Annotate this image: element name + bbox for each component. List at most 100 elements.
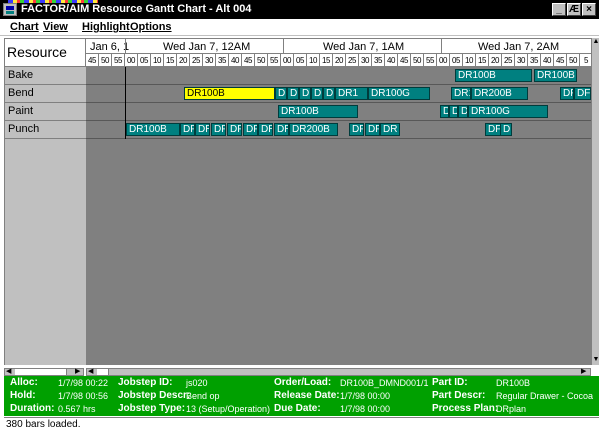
scroll-left-arrow-icon[interactable]: ◀ bbox=[6, 368, 11, 376]
gantt-bar[interactable]: DF bbox=[311, 87, 323, 100]
vertical-scrollbar[interactable]: ▲ ▼ bbox=[591, 38, 599, 365]
gantt-bar[interactable]: DF bbox=[227, 123, 242, 136]
scroll-left-arrow-icon[interactable]: ◀ bbox=[88, 368, 93, 376]
gantt-bar[interactable]: DI bbox=[449, 105, 458, 118]
tick-label: 10 bbox=[307, 54, 320, 66]
minimize-button[interactable]: _ bbox=[552, 3, 566, 16]
order-label: Order/Load: bbox=[274, 377, 332, 388]
menu-chart[interactable]: Chart bbox=[10, 21, 39, 33]
tick-label: 40 bbox=[385, 54, 398, 66]
app-icon[interactable] bbox=[3, 3, 17, 16]
menu-view[interactable]: View bbox=[43, 21, 68, 33]
scroll-down-arrow-icon[interactable]: ▼ bbox=[592, 356, 599, 364]
title-bar: FACTOR/AIM Resource Gantt Chart - Alt 00… bbox=[0, 0, 599, 19]
scroll-right-arrow-icon[interactable]: ▶ bbox=[75, 368, 80, 376]
tick-label: 25 bbox=[190, 54, 203, 66]
release-date-label: Release Date: bbox=[274, 390, 340, 401]
gantt-bar[interactable]: DR200B bbox=[471, 87, 528, 100]
gantt-bar[interactable]: DR1 bbox=[451, 87, 471, 100]
duration-label: Duration: bbox=[10, 403, 55, 414]
gantt-bar[interactable]: DR1 bbox=[335, 87, 368, 100]
jobstep-type-value: 13 (Setup/Operation) bbox=[186, 404, 271, 414]
gantt-bar[interactable]: DR100B bbox=[455, 69, 532, 82]
tick-label: 25 bbox=[502, 54, 515, 66]
gantt-bar[interactable]: DR100G bbox=[368, 87, 430, 100]
tick-strip: 45 50 55 00 05 10 15 20 25 30 35 40 45 50 55 00 05 10 15 20… bbox=[86, 53, 591, 66]
tick-label: 15 bbox=[476, 54, 489, 66]
date-label: Wed Jan 7, 1AM bbox=[323, 41, 405, 53]
gantt-bar[interactable]: DR bbox=[258, 123, 273, 136]
maximize-button[interactable]: Æ bbox=[567, 3, 581, 16]
resource-row-bend[interactable]: Bend bbox=[5, 85, 87, 103]
tick-label: 15 bbox=[320, 54, 333, 66]
tick-label: 05 bbox=[450, 54, 463, 66]
process-plan-value: DRplan bbox=[496, 404, 527, 414]
menu-highlight[interactable]: Highlight bbox=[82, 21, 130, 33]
scroll-up-arrow-icon[interactable]: ▲ bbox=[592, 38, 599, 46]
gantt-bar[interactable]: DR bbox=[274, 123, 289, 136]
gantt-bar[interactable]: DI bbox=[458, 105, 468, 118]
tick-label: 35 bbox=[372, 54, 385, 66]
tick-label: 20 bbox=[333, 54, 346, 66]
gantt-bar[interactable]: DR bbox=[323, 87, 335, 100]
gantt-bar[interactable]: DF bbox=[180, 123, 195, 136]
gantt-horizontal-scrollbar[interactable]: ◀ ▶ bbox=[86, 368, 591, 376]
resource-column-header: Resource bbox=[4, 38, 86, 67]
resource-label: Bend bbox=[8, 87, 34, 99]
tick-label: 50 bbox=[99, 54, 112, 66]
tick-label: 45 bbox=[398, 54, 411, 66]
gantt-bar[interactable]: DR100B bbox=[278, 105, 358, 118]
tick-label: 00 bbox=[281, 54, 294, 66]
menu-options[interactable]: Options bbox=[130, 21, 172, 33]
tick-label: 35 bbox=[528, 54, 541, 66]
resource-row-bake[interactable]: Bake bbox=[5, 67, 87, 85]
jobstep-descr-label: Jobstep Descr: bbox=[118, 390, 191, 401]
gantt-bar[interactable]: DR bbox=[195, 123, 210, 136]
gantt-chart-area[interactable]: DR100BDR100BDR100BDIDFDFDFDRDR1DR100GDR1… bbox=[86, 67, 591, 365]
resource-header-label: Resource bbox=[7, 44, 67, 60]
close-button[interactable]: × bbox=[582, 3, 596, 16]
release-date-value: 1/7/98 00:00 bbox=[340, 391, 391, 401]
tick-label: 45 bbox=[242, 54, 255, 66]
tick-label: 30 bbox=[515, 54, 528, 66]
gantt-bar[interactable]: DF bbox=[243, 123, 258, 136]
tick-label: 5 bbox=[580, 54, 591, 66]
tick-label: 10 bbox=[151, 54, 164, 66]
gantt-bar[interactable]: DR200B bbox=[289, 123, 338, 136]
tick-label: 30 bbox=[359, 54, 372, 66]
gantt-bar[interactable]: DR100B bbox=[534, 69, 577, 82]
gantt-bar[interactable]: DR bbox=[380, 123, 400, 136]
part-id-label: Part ID: bbox=[432, 377, 468, 388]
gantt-bar[interactable]: DF bbox=[349, 123, 364, 136]
gantt-bar[interactable]: DF bbox=[287, 87, 299, 100]
resource-row-paint[interactable]: Paint bbox=[5, 103, 87, 121]
resource-row-punch[interactable]: Punch bbox=[5, 121, 87, 139]
resource-horizontal-scrollbar[interactable]: ◀ ▶ bbox=[4, 368, 84, 376]
gantt-bar[interactable]: DF bbox=[485, 123, 501, 136]
gantt-bar[interactable]: DF bbox=[299, 87, 311, 100]
process-plan-label: Process Plan: bbox=[432, 403, 499, 414]
gantt-bar[interactable]: DF bbox=[574, 87, 591, 100]
jobstep-type-label: Jobstep Type: bbox=[118, 403, 186, 414]
scrollbar-thumb[interactable] bbox=[15, 369, 67, 375]
gantt-bar-selected[interactable]: DR100B bbox=[184, 87, 275, 100]
gantt-bar[interactable]: DF bbox=[560, 87, 574, 100]
gantt-bar[interactable]: DF bbox=[500, 123, 512, 136]
gantt-bar[interactable]: DR100G bbox=[468, 105, 548, 118]
date-label: Jan 6, 1 bbox=[90, 41, 130, 53]
tick-label: 25 bbox=[346, 54, 359, 66]
jobstep-id-value: js020 bbox=[186, 378, 208, 388]
scrollbar-thumb[interactable] bbox=[97, 369, 109, 375]
gantt-bar[interactable]: DR100B bbox=[126, 123, 180, 136]
scroll-right-arrow-icon[interactable]: ▶ bbox=[581, 368, 586, 376]
gantt-bar[interactable]: DI bbox=[440, 105, 449, 118]
tick-label: 05 bbox=[294, 54, 307, 66]
gantt-bar[interactable]: DI bbox=[275, 87, 287, 100]
hold-label: Hold: bbox=[10, 390, 36, 401]
tick-label: 05 bbox=[138, 54, 151, 66]
tick-label: 45 bbox=[86, 54, 99, 66]
gantt-bar[interactable]: DF bbox=[365, 123, 380, 136]
jobstep-id-label: Jobstep ID: bbox=[118, 377, 173, 388]
gantt-bar[interactable]: DF bbox=[211, 123, 226, 136]
tick-label: 35 bbox=[216, 54, 229, 66]
